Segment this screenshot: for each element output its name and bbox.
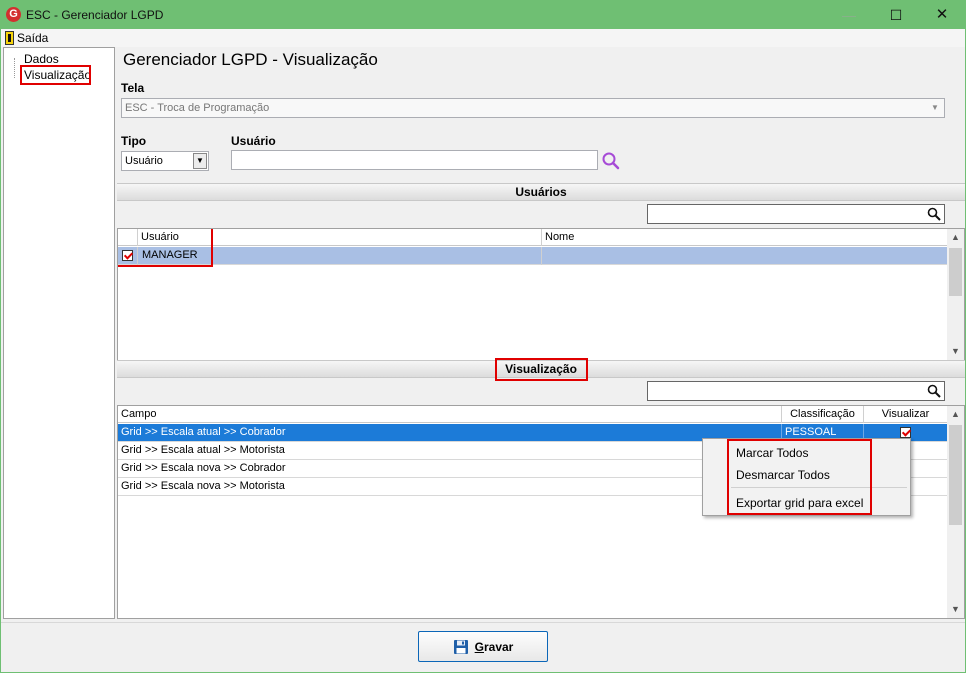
scrollbar-thumb[interactable] (949, 425, 962, 525)
scrollbar-thumb[interactable] (949, 248, 962, 296)
visualizacao-grid-header: Campo Classificação Visualizar (118, 406, 948, 423)
usuarios-grid-header: Usuário Nome (118, 229, 948, 246)
save-button[interactable]: Gravar (418, 631, 548, 662)
usuarios-section-header: Usuários (117, 183, 965, 201)
campo-cell: Grid >> Escala atual >> Cobrador (118, 424, 782, 442)
search-icon[interactable] (927, 207, 941, 221)
visualizacao-filter-input[interactable] (647, 381, 945, 401)
tree-connector (14, 58, 15, 78)
context-menu: Marcar Todos Desmarcar Todos Exportar gr… (702, 438, 911, 516)
chevron-down-icon[interactable]: ▼ (927, 100, 943, 116)
column-header-campo[interactable]: Campo (118, 406, 782, 423)
maximize-button[interactable]: ☐ (873, 1, 919, 29)
menu-exit[interactable]: Saída (5, 30, 48, 46)
visualizacao-scrollbar[interactable]: ▲ ▼ (947, 406, 964, 618)
page-title: Gerenciador LGPD - Visualização (123, 50, 378, 69)
scroll-up-icon[interactable]: ▲ (947, 406, 964, 423)
highlight-box (118, 229, 213, 267)
tela-select[interactable]: ESC - Troca de Programação ▼ (121, 98, 945, 118)
exit-door-icon (5, 31, 14, 45)
sidebar-tree: Dados Visualização (3, 47, 115, 619)
chevron-down-icon[interactable]: ▼ (193, 153, 207, 169)
search-icon[interactable] (927, 384, 941, 398)
floppy-disk-icon (453, 639, 468, 654)
tipo-value: Usuário (125, 155, 163, 167)
usuarios-grid: Usuário Nome MANAGER ▲ ▼ (117, 228, 965, 361)
save-label: Gravar (474, 639, 514, 654)
campo-cell: Grid >> Escala nova >> Cobrador (118, 460, 782, 478)
highlight-box (20, 65, 91, 85)
close-button[interactable]: ✕ (919, 1, 965, 29)
window-title: ESC - Gerenciador LGPD (26, 8, 164, 22)
usuarios-scrollbar[interactable]: ▲ ▼ (947, 229, 964, 360)
scroll-down-icon[interactable]: ▼ (947, 343, 964, 360)
tipo-select[interactable]: Usuário ▼ (121, 151, 209, 171)
visualizar-checkbox[interactable] (900, 426, 911, 438)
tipo-label: Tipo (121, 134, 147, 148)
column-header-visualizar[interactable]: Visualizar (864, 406, 948, 423)
footer-bar: Gravar (1, 622, 965, 672)
nome-cell (542, 247, 948, 265)
highlight-box (495, 358, 588, 381)
usuario-input[interactable] (231, 150, 598, 170)
tela-label: Tela (121, 81, 145, 95)
highlight-box (727, 439, 872, 515)
menu-bar: Saída (1, 29, 965, 47)
title-bar[interactable]: G ESC - Gerenciador LGPD — ☐ ✕ (1, 1, 965, 29)
table-row[interactable]: MANAGER (118, 247, 948, 265)
column-header-nome[interactable]: Nome (542, 229, 948, 246)
usuarios-filter-input[interactable] (647, 204, 945, 224)
search-icon[interactable] (601, 151, 621, 171)
sidebar-item-dados[interactable]: Dados (24, 52, 59, 66)
menu-exit-label: Saída (17, 31, 49, 45)
app-logo-icon: G (6, 7, 21, 22)
tela-value: ESC - Troca de Programação (125, 102, 270, 114)
scroll-up-icon[interactable]: ▲ (947, 229, 964, 246)
main-content: Gerenciador LGPD - Visualização Tela ESC… (117, 47, 965, 622)
scroll-down-icon[interactable]: ▼ (947, 601, 964, 618)
app-window: G ESC - Gerenciador LGPD — ☐ ✕ Saída Dad… (0, 0, 966, 673)
minimize-button[interactable]: — (826, 1, 872, 29)
usuario-label: Usuário (231, 134, 276, 148)
column-header-classificacao[interactable]: Classificação (782, 406, 864, 423)
campo-cell: Grid >> Escala nova >> Motorista (118, 478, 782, 496)
campo-cell: Grid >> Escala atual >> Motorista (118, 442, 782, 460)
